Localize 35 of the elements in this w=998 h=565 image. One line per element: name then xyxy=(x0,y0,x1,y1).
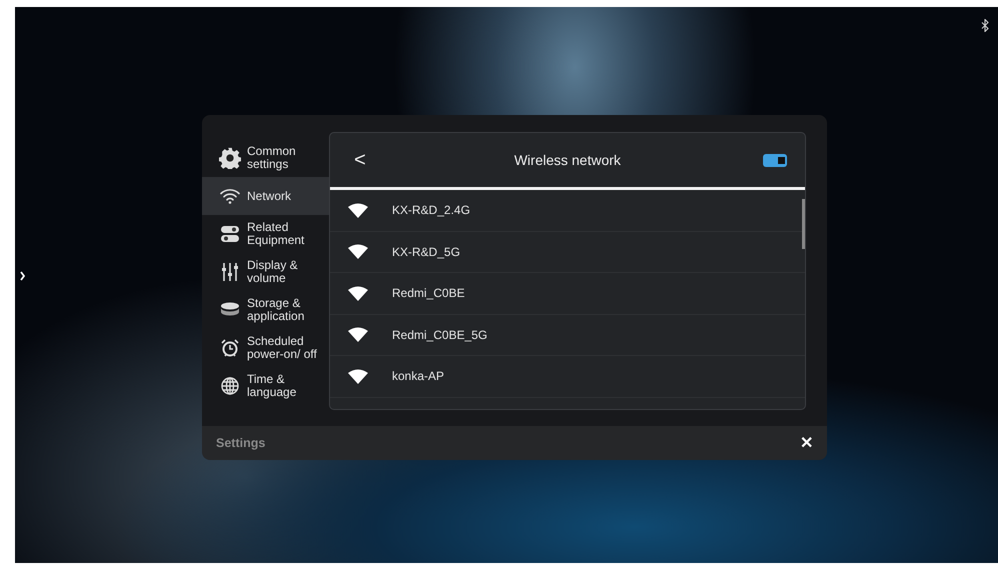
sidebar-item[interactable]: Scheduled power-on/ off xyxy=(202,329,329,367)
wifi-signal-icon xyxy=(348,327,368,342)
network-name: KX-R&D_5G xyxy=(392,244,460,259)
sliders-icon xyxy=(221,263,239,281)
dialog-title: Settings xyxy=(216,436,266,450)
network-name: KX-R&D_2.4G xyxy=(392,203,470,218)
sidebar-item[interactable]: Time & language xyxy=(202,367,329,405)
network-row[interactable]: Redmi_C0BE_5G xyxy=(330,314,805,356)
panel-title: Wireless network xyxy=(513,152,622,168)
wifi-toggle[interactable] xyxy=(763,154,787,166)
disk-stack-icon xyxy=(221,302,239,318)
wifi-signal-icon xyxy=(348,368,368,384)
wifi-icon xyxy=(220,188,240,204)
close-button[interactable]: ✕ xyxy=(800,433,813,453)
network-name: Redmi_C0BE_5G xyxy=(392,328,488,342)
bluetooth-icon[interactable] xyxy=(981,19,990,32)
globe-icon xyxy=(221,377,239,395)
network-name: Redmi_C0BE xyxy=(392,286,465,300)
toggle-switches-icon xyxy=(221,226,239,242)
wifi-signal-icon xyxy=(348,286,368,301)
sidebar-item[interactable]: Common settings xyxy=(202,139,329,177)
wifi-signal-icon xyxy=(348,244,368,260)
alarm-clock-icon xyxy=(221,339,239,357)
network-row[interactable]: Redmi_C0BE xyxy=(330,273,805,314)
network-row[interactable]: KX-R&D_5G xyxy=(330,232,805,273)
wifi-signal-icon xyxy=(348,202,368,218)
sidebar-item[interactable]: Related Equipment xyxy=(202,215,329,253)
sidebar-item[interactable]: Storage & application xyxy=(202,291,329,329)
scrollbar[interactable] xyxy=(802,199,805,249)
sidebar-item[interactable]: Display & volume xyxy=(202,253,329,291)
sidebar-item[interactable]: Network xyxy=(202,177,329,215)
back-button[interactable]: < xyxy=(348,148,372,172)
network-row[interactable]: konka-AP xyxy=(330,356,805,398)
network-name: konka-AP xyxy=(392,369,444,384)
gear-icon xyxy=(219,147,241,169)
